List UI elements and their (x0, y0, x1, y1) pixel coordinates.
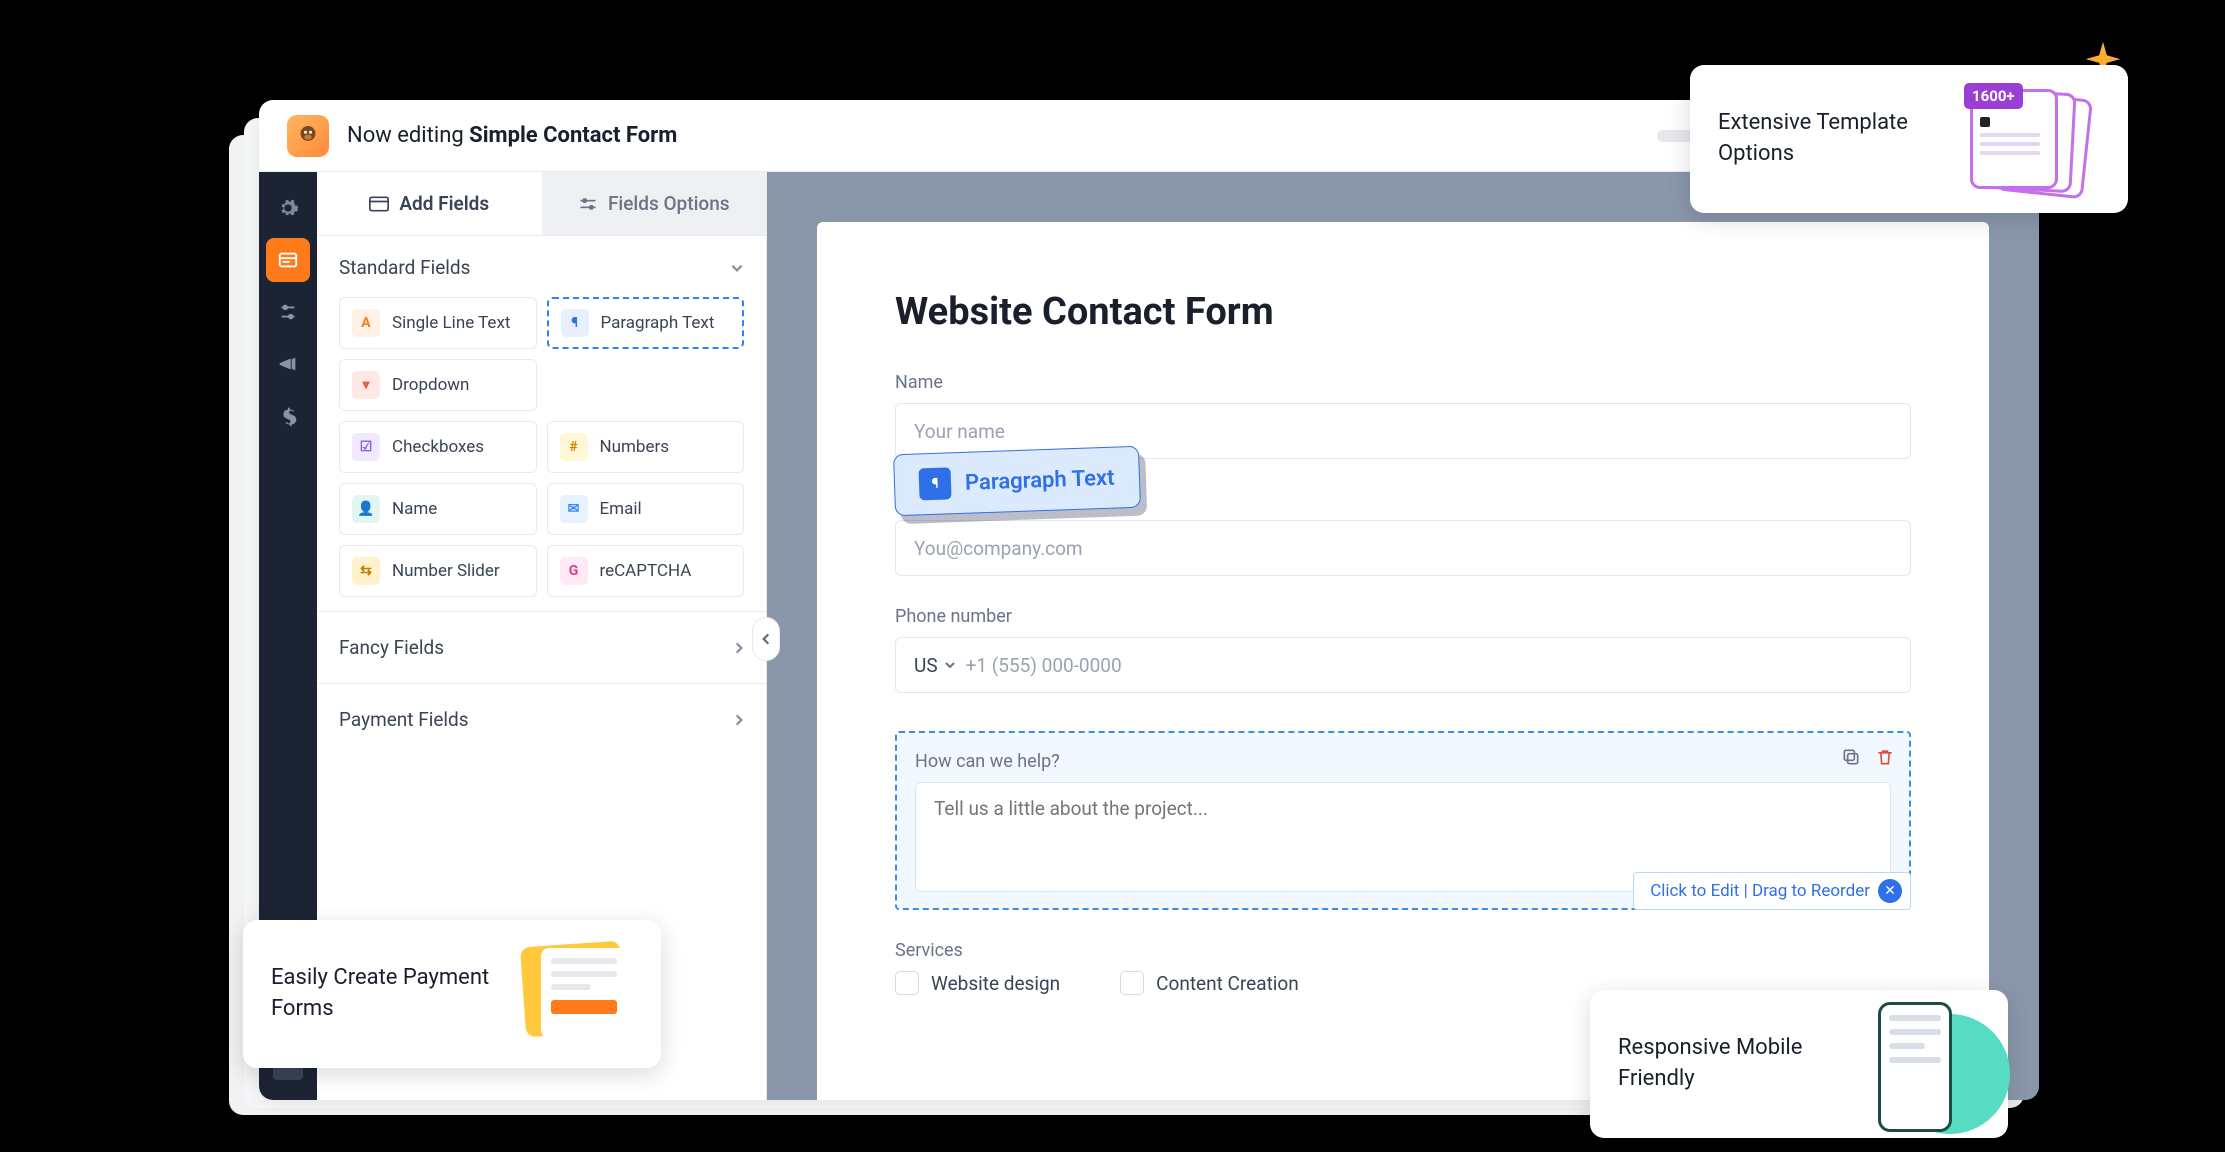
close-icon[interactable]: ✕ (1878, 879, 1902, 903)
rail-options[interactable] (266, 290, 310, 334)
tab-field-options[interactable]: Fields Options (542, 172, 767, 235)
form-name: Simple Contact Form (469, 123, 677, 148)
checkbox-icon: ☑ (352, 433, 380, 461)
tab-add-fields[interactable]: Add Fields (317, 172, 542, 235)
field-recaptcha[interactable]: GreCAPTCHA (547, 545, 745, 597)
reorder-hint[interactable]: Click to Edit | Drag to Reorder ✕ (1633, 872, 1911, 910)
templates-count-badge: 1600+ (1964, 83, 2023, 109)
field-number-slider[interactable]: ⇆Number Slider (339, 545, 537, 597)
rail-marketing[interactable] (266, 342, 310, 386)
field-paragraph-text[interactable]: ¶Paragraph Text (547, 297, 745, 349)
checkbox-icon (895, 971, 919, 995)
rail-fields[interactable] (266, 238, 310, 282)
sidebar-collapse-handle[interactable] (752, 617, 780, 661)
phone-country-select[interactable]: US (914, 654, 956, 677)
form-canvas: Website Contact Form Name Email Phone nu… (767, 172, 2039, 1100)
chevron-left-icon (761, 632, 771, 646)
form-field-name[interactable]: Name (895, 372, 1911, 459)
field-single-line-text[interactable]: ASingle Line Text (339, 297, 537, 349)
field-numbers[interactable]: #Numbers (547, 421, 745, 473)
chevron-right-icon (734, 713, 744, 727)
checkbox-icon (1120, 971, 1144, 995)
section-payment-fields[interactable]: Payment Fields (317, 683, 766, 755)
duplicate-icon[interactable] (1841, 747, 1861, 767)
app-logo (287, 115, 329, 157)
mobile-graphic (1870, 1014, 1980, 1114)
field-email[interactable]: ✉Email (547, 483, 745, 535)
field-name[interactable]: 👤Name (339, 483, 537, 535)
editing-prefix: Now editing (347, 123, 469, 148)
delete-icon[interactable] (1875, 747, 1895, 767)
payment-graphic (523, 944, 633, 1044)
paragraph-icon: ¶ (919, 467, 952, 500)
email-input[interactable] (895, 520, 1911, 576)
slider-icon: ⇆ (352, 557, 380, 585)
rail-settings[interactable] (266, 186, 310, 230)
hash-icon: # (560, 433, 588, 461)
form-title: Website Contact Form (895, 290, 1911, 334)
form-preview: Website Contact Form Name Email Phone nu… (817, 222, 1989, 1100)
callout-payment: Easily Create Payment Forms (243, 920, 661, 1068)
section-fancy-fields[interactable]: Fancy Fields (317, 611, 766, 683)
checkbox-website-design[interactable]: Website design (895, 971, 1060, 995)
name-label: Name (895, 372, 1911, 393)
form-field-help-selected[interactable]: How can we help? Click to Edit | Drag to… (895, 731, 1911, 910)
section-standard-fields[interactable]: Standard Fields (317, 236, 766, 293)
rail-payments[interactable] (266, 394, 310, 438)
template-cards-graphic: 1600+ (1970, 89, 2100, 189)
help-label: How can we help? (915, 751, 1891, 772)
editing-label: Now editing Simple Contact Form (347, 123, 677, 148)
paragraph-icon: ¶ (561, 309, 589, 337)
person-icon: 👤 (352, 495, 380, 523)
mail-icon: ✉ (560, 495, 588, 523)
dragging-field-chip[interactable]: ¶ Paragraph Text (893, 446, 1141, 517)
field-dropdown[interactable]: ▾Dropdown (339, 359, 537, 411)
chevron-down-icon (730, 261, 744, 275)
text-icon: A (352, 309, 380, 337)
recaptcha-icon: G (560, 557, 588, 585)
field-checkboxes[interactable]: ☑Checkboxes (339, 421, 537, 473)
chevron-right-icon (734, 641, 744, 655)
callout-mobile: Responsive Mobile Friendly (1590, 990, 2008, 1138)
form-field-services[interactable]: Services Website design Content Creation (895, 940, 1911, 995)
phone-placeholder: +1 (555) 000-0000 (966, 654, 1122, 677)
field-grid: ASingle Line Text ¶Paragraph Text ▾Dropd… (317, 293, 766, 611)
dropdown-icon: ▾ (352, 371, 380, 399)
callout-templates: Extensive Template Options 1600+ (1690, 65, 2128, 213)
services-label: Services (895, 940, 1911, 961)
chevron-down-icon (944, 659, 956, 671)
form-field-phone[interactable]: Phone number US +1 (555) 000-0000 (895, 606, 1911, 693)
checkbox-content-creation[interactable]: Content Creation (1120, 971, 1299, 995)
phone-label: Phone number (895, 606, 1911, 627)
